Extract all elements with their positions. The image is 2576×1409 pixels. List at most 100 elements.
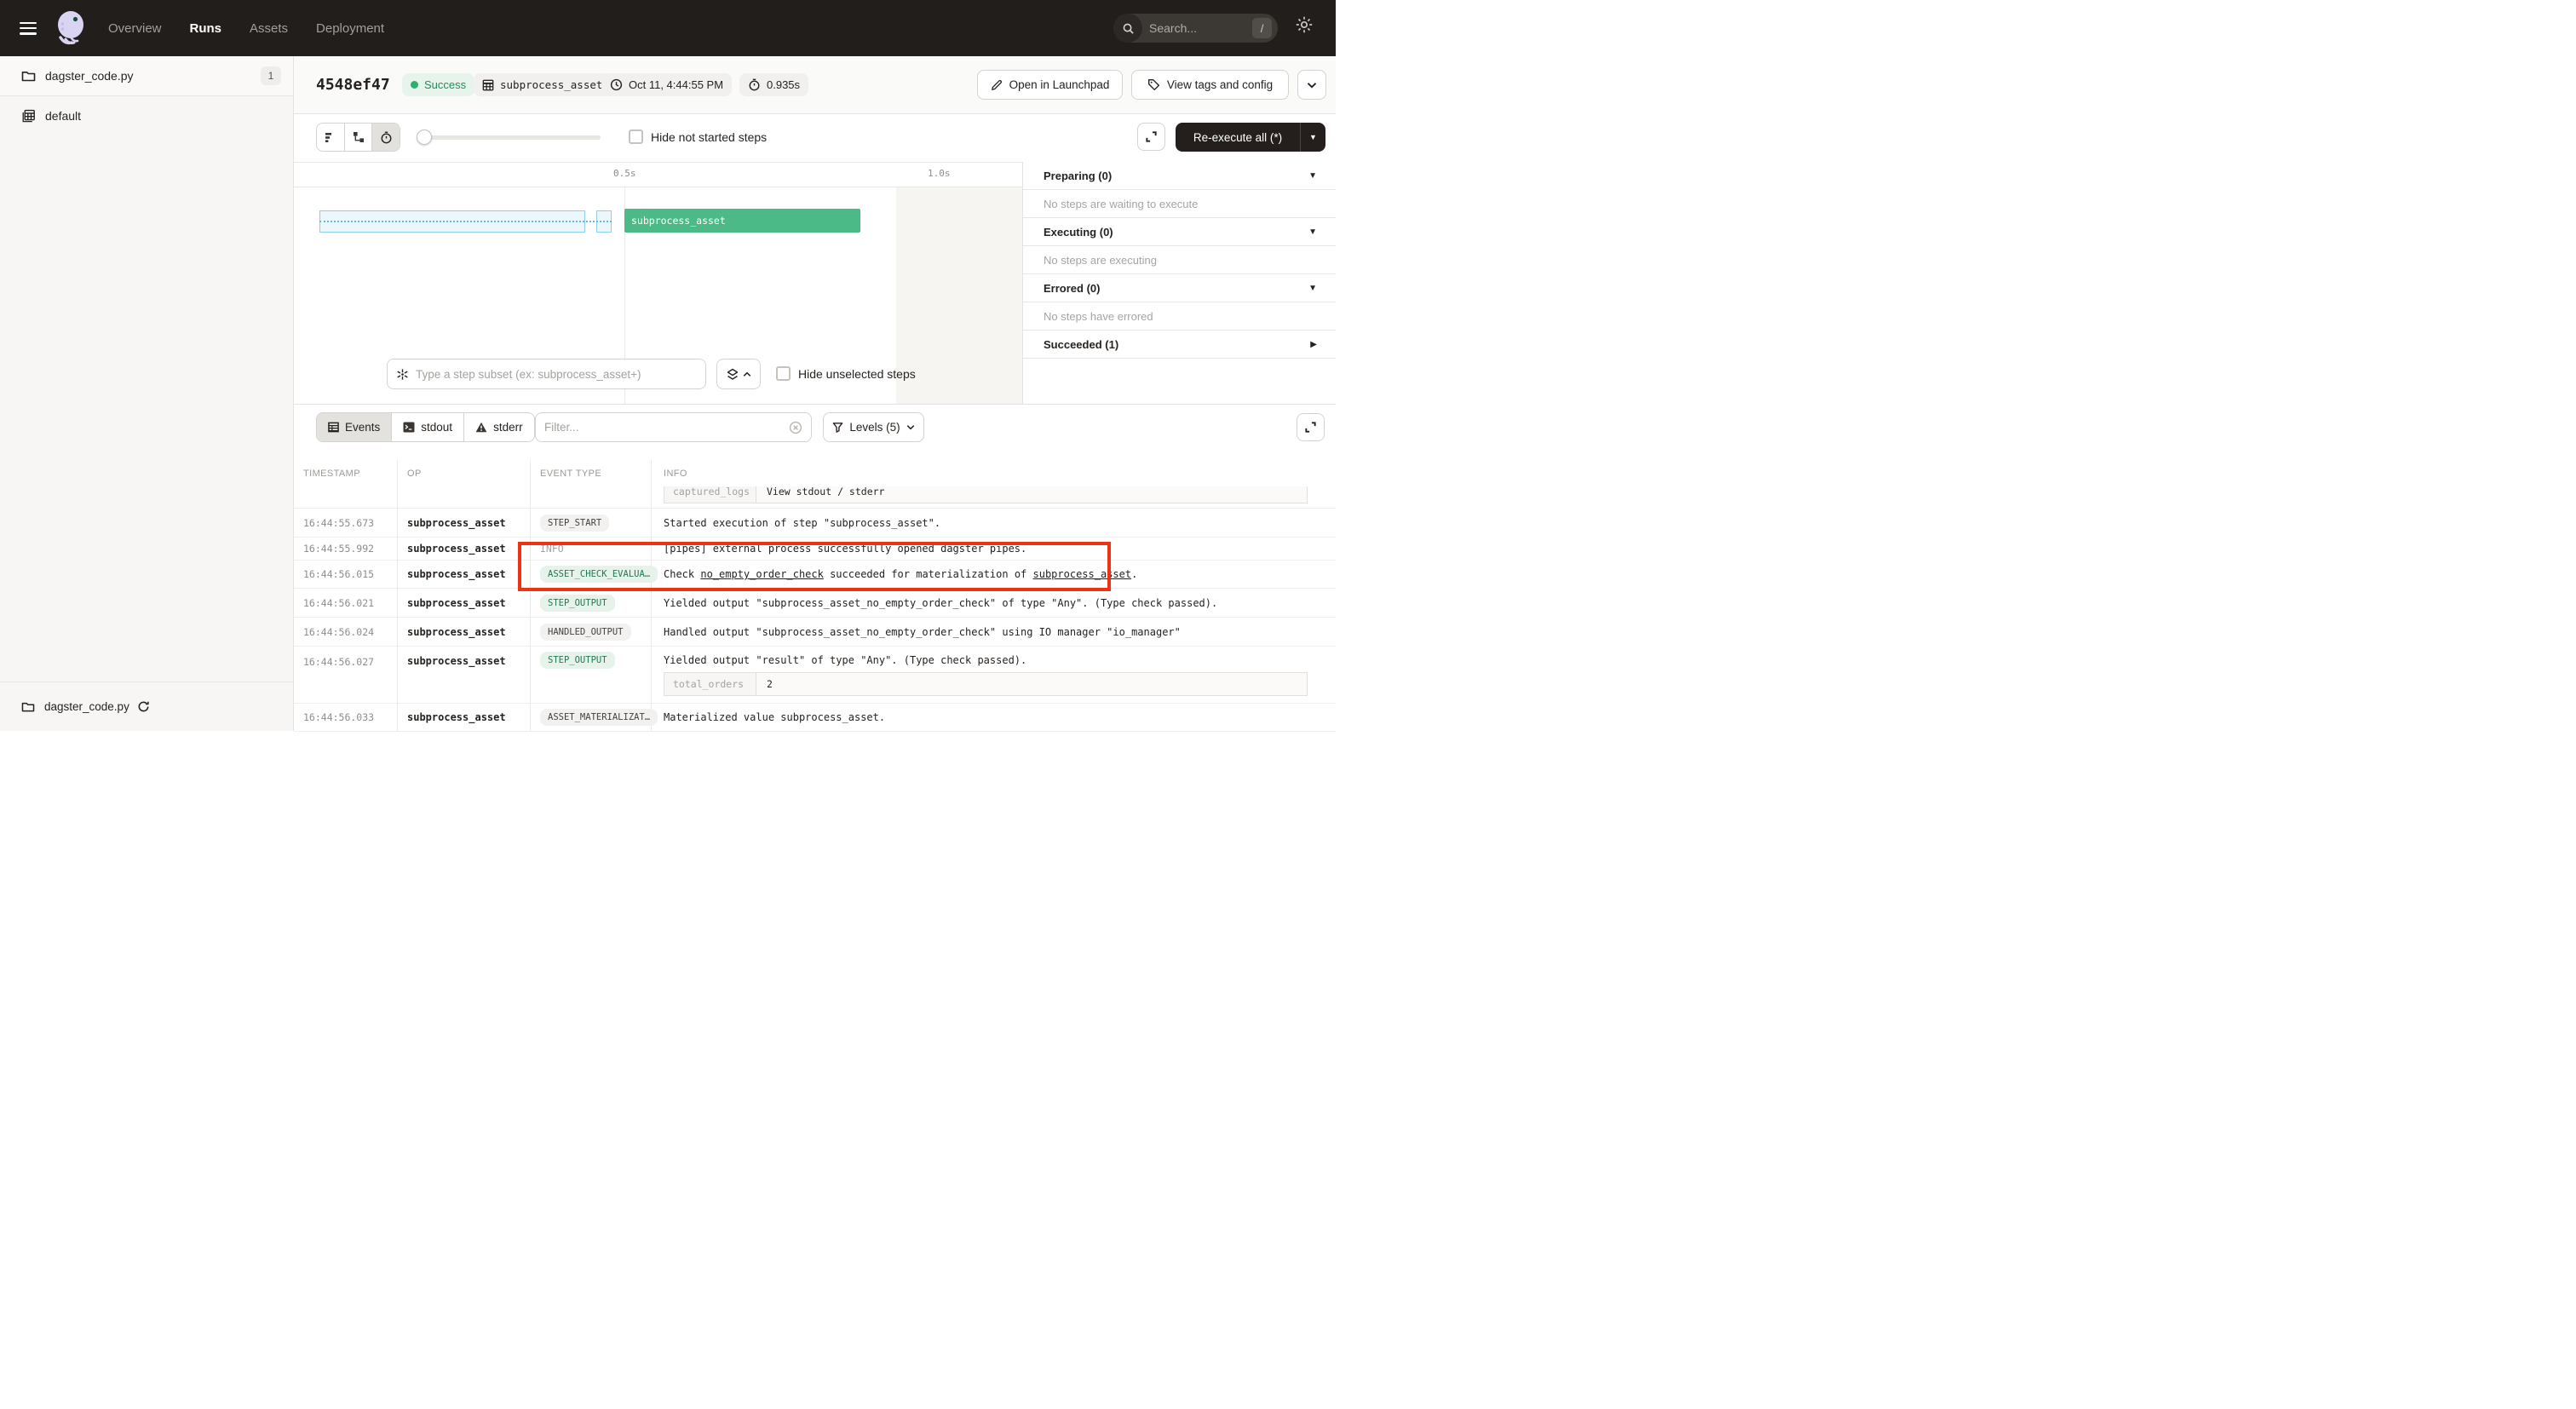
gantt-bar-subprocess-asset[interactable]: subprocess_asset [624, 209, 860, 233]
run-actions-chevron-button[interactable] [1297, 70, 1326, 100]
global-search[interactable]: / [1113, 14, 1278, 43]
asset-link[interactable]: subprocess_asset [1033, 568, 1132, 580]
op-link[interactable]: subprocess_asset [407, 517, 506, 529]
op-link[interactable]: subprocess_asset [407, 543, 506, 555]
duration-chip: 0.935s [739, 73, 808, 96]
section-preparing-body: No steps are waiting to execute [1023, 190, 1336, 218]
tab-events[interactable]: Events [317, 413, 392, 441]
job-grid-icon [22, 109, 36, 123]
graph-query-button[interactable] [716, 359, 761, 389]
run-header: 4548ef47 Success subprocess_asset Oct 11… [294, 56, 1336, 114]
events-fullscreen-button[interactable] [1297, 413, 1325, 441]
reexecute-options-caret[interactable]: ▼ [1300, 123, 1325, 152]
hide-not-started-checkbox[interactable] [629, 129, 643, 144]
step-subset-input[interactable] [416, 368, 697, 381]
chevron-up-icon [743, 371, 751, 377]
captured-logs-link[interactable]: View stdout / stderr [756, 486, 1307, 503]
sidebar: dagster_code.py 1 default dagster_code.p… [0, 56, 294, 731]
folder-icon [21, 701, 35, 713]
event-type-label: INFO [540, 543, 564, 555]
hamburger-menu-icon[interactable] [20, 22, 37, 35]
gantt-fullscreen-button[interactable] [1137, 123, 1165, 151]
section-errored[interactable]: Errored (0) ▼ [1023, 274, 1336, 302]
event-log-table: TIMESTAMP OP EVENT TYPE INFO captured_lo… [294, 460, 1336, 732]
caret-down-icon: ▼ [1308, 171, 1317, 181]
event-type-badge: STEP_START [540, 515, 609, 532]
op-link[interactable]: subprocess_asset [407, 655, 506, 667]
op-link[interactable]: subprocess_asset [407, 568, 506, 580]
clear-filter-icon[interactable] [789, 421, 802, 434]
metadata-table: total_orders 2 [664, 672, 1308, 696]
metadata-table: captured_logs View stdout / stderr [664, 486, 1308, 503]
status-dot-icon [411, 81, 418, 89]
gear-icon[interactable] [1294, 14, 1314, 35]
section-preparing[interactable]: Preparing (0) ▼ [1023, 162, 1336, 190]
run-count-badge: 1 [261, 66, 281, 85]
log-filter-input[interactable] [544, 421, 789, 434]
zoom-slider-track[interactable] [423, 135, 601, 140]
col-event-type: EVENT TYPE [531, 460, 652, 486]
flat-view-toggle[interactable] [317, 124, 345, 151]
log-filter [535, 412, 812, 442]
dagster-run-page: Overview Runs Assets Deployment / [0, 0, 1336, 731]
nav-links: Overview Runs Assets Deployment [108, 21, 384, 36]
dagster-logo-icon[interactable] [50, 9, 89, 48]
hide-not-started-control: Hide not started steps [629, 129, 767, 144]
open-in-launchpad-button[interactable]: Open in Launchpad [977, 70, 1123, 100]
event-type-badge: STEP_OUTPUT [540, 595, 615, 612]
sidebar-footer: dagster_code.py [0, 681, 293, 731]
chevron-down-icon [906, 424, 915, 430]
nav-item-deployment[interactable]: Deployment [316, 21, 384, 36]
code-location-label: dagster_code.py [45, 69, 261, 83]
col-op: OP [398, 460, 531, 486]
table-row: 16:44:56.021 subprocess_asset STEP_OUTPU… [294, 589, 1336, 618]
caret-down-icon: ▼ [1308, 284, 1317, 293]
op-link[interactable]: subprocess_asset [407, 626, 506, 638]
sidebar-job-default[interactable]: default [0, 96, 293, 135]
run-id: 4548ef47 [316, 76, 390, 94]
asset-chip[interactable]: subprocess_asset [474, 73, 611, 96]
timed-view-toggle[interactable] [372, 124, 400, 151]
gantt-view-toggle [316, 123, 400, 152]
funnel-icon [832, 422, 843, 433]
table-row: 16:44:56.024 subprocess_asset HANDLED_OU… [294, 618, 1336, 647]
section-errored-body: No steps have errored [1023, 302, 1336, 331]
levels-filter-button[interactable]: Levels (5) [823, 412, 924, 442]
section-succeeded[interactable]: Succeeded (1) ▶ [1023, 331, 1336, 359]
event-type-badge: HANDLED_OUTPUT [540, 624, 631, 641]
nav-item-runs[interactable]: Runs [190, 21, 222, 36]
section-executing[interactable]: Executing (0) ▼ [1023, 218, 1336, 246]
view-tags-config-button[interactable]: View tags and config [1131, 70, 1289, 100]
footer-code-location-label: dagster_code.py [44, 700, 129, 713]
nav-item-overview[interactable]: Overview [108, 21, 162, 36]
tab-stdout[interactable]: stdout [392, 413, 464, 441]
started-at-chip: Oct 11, 4:44:55 PM [601, 73, 732, 96]
search-input[interactable] [1142, 21, 1252, 35]
events-section: Events stdout stderr [294, 404, 1336, 731]
sidebar-code-location[interactable]: dagster_code.py 1 [0, 56, 293, 96]
reexecute-all-button[interactable]: Re-execute all (*) ▼ [1176, 123, 1325, 152]
zoom-slider-handle[interactable] [417, 129, 432, 145]
col-info: INFO [652, 460, 1336, 486]
table-row: 16:44:56.015 subprocess_asset ASSET_CHEC… [294, 561, 1336, 589]
warning-icon [475, 422, 487, 433]
event-type-badge: STEP_OUTPUT [540, 652, 615, 669]
axis-tick-05s: 0.5s [613, 168, 636, 179]
table-row: captured_logs View stdout / stderr [294, 486, 1336, 509]
status-badge: Success [402, 73, 474, 96]
pencil-icon [991, 79, 1003, 91]
op-link[interactable]: subprocess_asset [407, 597, 506, 609]
waterfall-view-toggle[interactable] [345, 124, 373, 151]
hide-unselected-checkbox[interactable] [776, 366, 791, 381]
table-row: 16:44:56.033 subprocess_asset ASSET_MATE… [294, 704, 1336, 732]
reload-icon[interactable] [137, 700, 150, 713]
op-link[interactable]: subprocess_asset [407, 711, 506, 723]
search-icon [1113, 14, 1142, 43]
asset-check-link[interactable]: no_empty_order_check [700, 568, 824, 580]
nav-item-assets[interactable]: Assets [250, 21, 288, 36]
log-table-header: TIMESTAMP OP EVENT TYPE INFO [294, 460, 1336, 486]
hide-not-started-label: Hide not started steps [651, 130, 767, 144]
op-selector-icon [396, 368, 409, 381]
event-type-badge: ASSET_MATERIALIZAT… [540, 709, 658, 726]
tab-stderr[interactable]: stderr [464, 413, 534, 441]
